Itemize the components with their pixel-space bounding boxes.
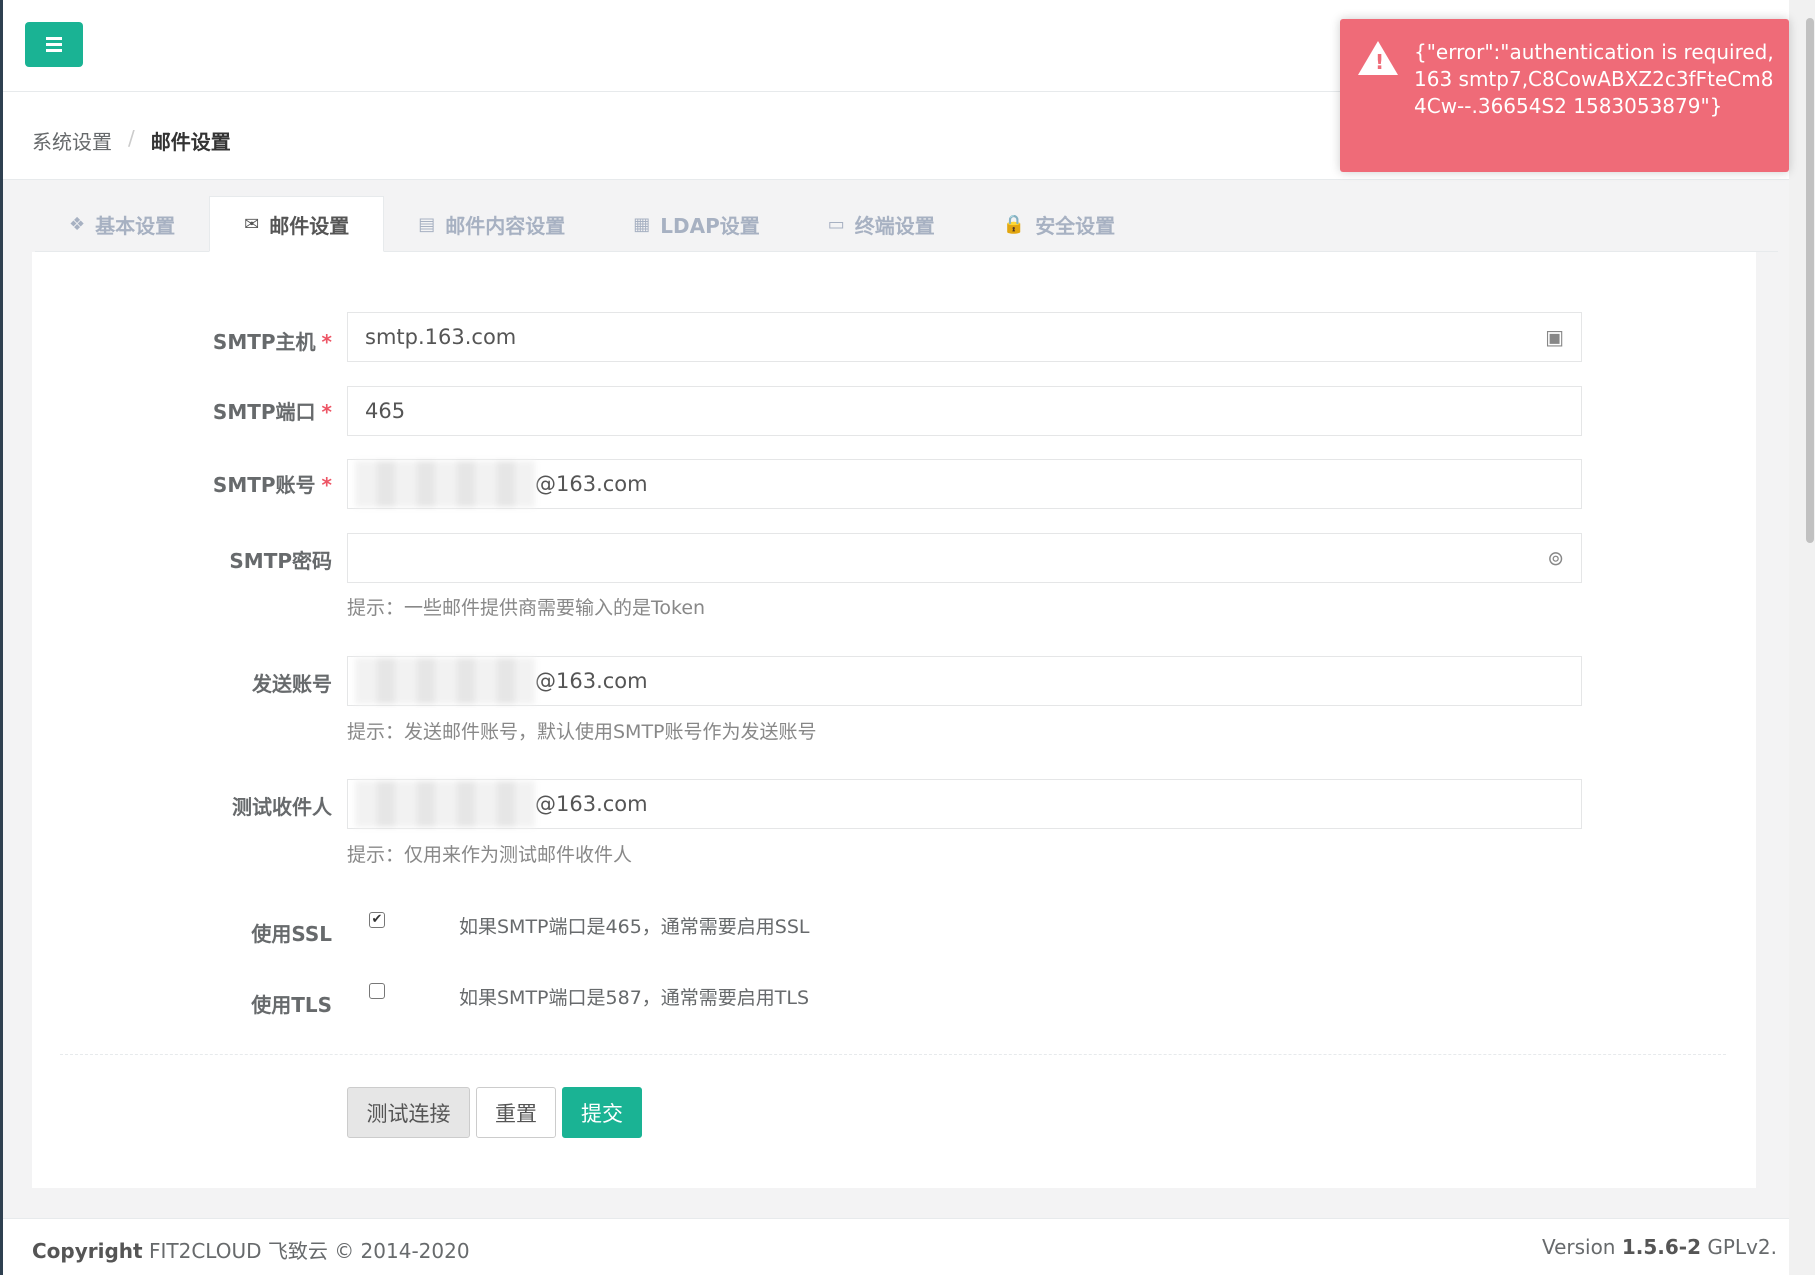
sender-hint: 提示：发送邮件账号，默认使用SMTP账号作为发送账号 <box>347 721 817 743</box>
tab-label: 终端设置 <box>854 213 935 238</box>
use-tls-description: 如果SMTP端口是587，通常需要启用TLS <box>459 987 810 1009</box>
email-settings-form: SMTP主机 * smtp.163.com ▣ SMTP端口 * 465 SMTP账… <box>32 252 1756 1188</box>
error-toast[interactable]: ! {"error":"authentication is required,1… <box>1340 19 1789 172</box>
use-ssl-checkbox[interactable]: ✔ <box>369 912 385 928</box>
use-ssl-label: 使用SSL <box>251 922 332 946</box>
smtp-host-input[interactable]: smtp.163.com ▣ <box>347 312 1582 362</box>
tab-label: 基本设置 <box>95 213 176 238</box>
breadcrumb-separator: / <box>128 126 135 150</box>
tab-label: 安全设置 <box>1035 213 1116 238</box>
tab-terminal[interactable]: ▭ 终端设置 <box>794 196 969 252</box>
tab-basic[interactable]: ❖ 基本设置 <box>35 196 209 252</box>
use-tls-label: 使用TLS <box>251 993 332 1017</box>
smtp-password-input[interactable]: ⊚ <box>347 533 1582 583</box>
id-card-icon: ▣ <box>1545 325 1564 349</box>
tab-ldap[interactable]: ▦ LDAP设置 <box>599 196 794 252</box>
sidebar-edge <box>0 0 3 1275</box>
terminal-icon: ▭ <box>827 213 845 235</box>
archive-icon: ▦ <box>633 213 651 235</box>
sender-label: 发送账号 <box>252 672 332 696</box>
redacted-text <box>355 461 535 507</box>
footer: Copyright FIT2CLOUD 飞致云 © 2014-2020 Vers… <box>3 1218 1789 1275</box>
sender-input[interactable]: @163.com <box>347 656 1582 706</box>
use-ssl-description: 如果SMTP端口是465，通常需要启用SSL <box>459 916 810 938</box>
tab-label: 邮件内容设置 <box>445 213 566 238</box>
breadcrumb-current: 邮件设置 <box>150 130 231 154</box>
smtp-account-input[interactable]: @163.com <box>347 459 1582 509</box>
smtp-password-label: SMTP密码 <box>229 549 332 573</box>
tab-email[interactable]: ✉ 邮件设置 <box>209 196 385 252</box>
toast-message: {"error":"authentication is required,163… <box>1414 40 1774 118</box>
submit-button[interactable]: 提交 <box>562 1087 642 1138</box>
tab-security[interactable]: 🔒 安全设置 <box>969 196 1149 252</box>
tab-label: LDAP设置 <box>660 213 760 238</box>
test-recipient-hint: 提示：仅用来作为测试邮件收件人 <box>347 844 633 866</box>
menu-toggle-button[interactable] <box>25 22 83 67</box>
form-divider <box>60 1054 1726 1055</box>
copyright: Copyright FIT2CLOUD 飞致云 © 2014-2020 <box>32 1239 470 1263</box>
redacted-text <box>355 658 535 704</box>
tab-label: 邮件设置 <box>269 213 350 238</box>
test-connection-button[interactable]: 测试连接 <box>347 1087 470 1138</box>
redacted-text <box>355 781 535 827</box>
smtp-port-label: SMTP端口 * <box>212 400 332 424</box>
password-manager-icon[interactable]: ⊚ <box>1547 546 1564 570</box>
smtp-host-label: SMTP主机 * <box>212 330 332 354</box>
version-info: Version 1.5.6-2 GPLv2. <box>1541 1235 1777 1259</box>
test-recipient-label: 测试收件人 <box>232 795 332 819</box>
file-icon: ▤ <box>418 213 436 235</box>
smtp-port-input[interactable]: 465 <box>347 386 1582 436</box>
test-recipient-input[interactable]: @163.com <box>347 779 1582 829</box>
reset-button[interactable]: 重置 <box>476 1087 556 1138</box>
breadcrumb-parent[interactable]: 系统设置 <box>32 126 112 155</box>
breadcrumb: 系统设置 / 邮件设置 <box>32 126 231 155</box>
smtp-password-hint: 提示：一些邮件提供商需要输入的是Token <box>347 597 706 619</box>
tab-email-content[interactable]: ▤ 邮件内容设置 <box>384 196 599 252</box>
warning-icon: ! <box>1358 41 1398 75</box>
smtp-account-label: SMTP账号 * <box>212 473 332 497</box>
use-tls-checkbox[interactable] <box>369 983 385 999</box>
scrollbar-thumb[interactable] <box>1806 18 1814 543</box>
hamburger-icon <box>46 43 62 46</box>
cubes-icon: ❖ <box>69 213 86 235</box>
envelope-icon: ✉ <box>244 213 260 235</box>
lock-icon: 🔒 <box>1002 213 1026 235</box>
settings-tabs: ❖ 基本设置 ✉ 邮件设置 ▤ 邮件内容设置 ▦ LDAP设置 ▭ 终端设置 🔒… <box>35 196 1778 252</box>
